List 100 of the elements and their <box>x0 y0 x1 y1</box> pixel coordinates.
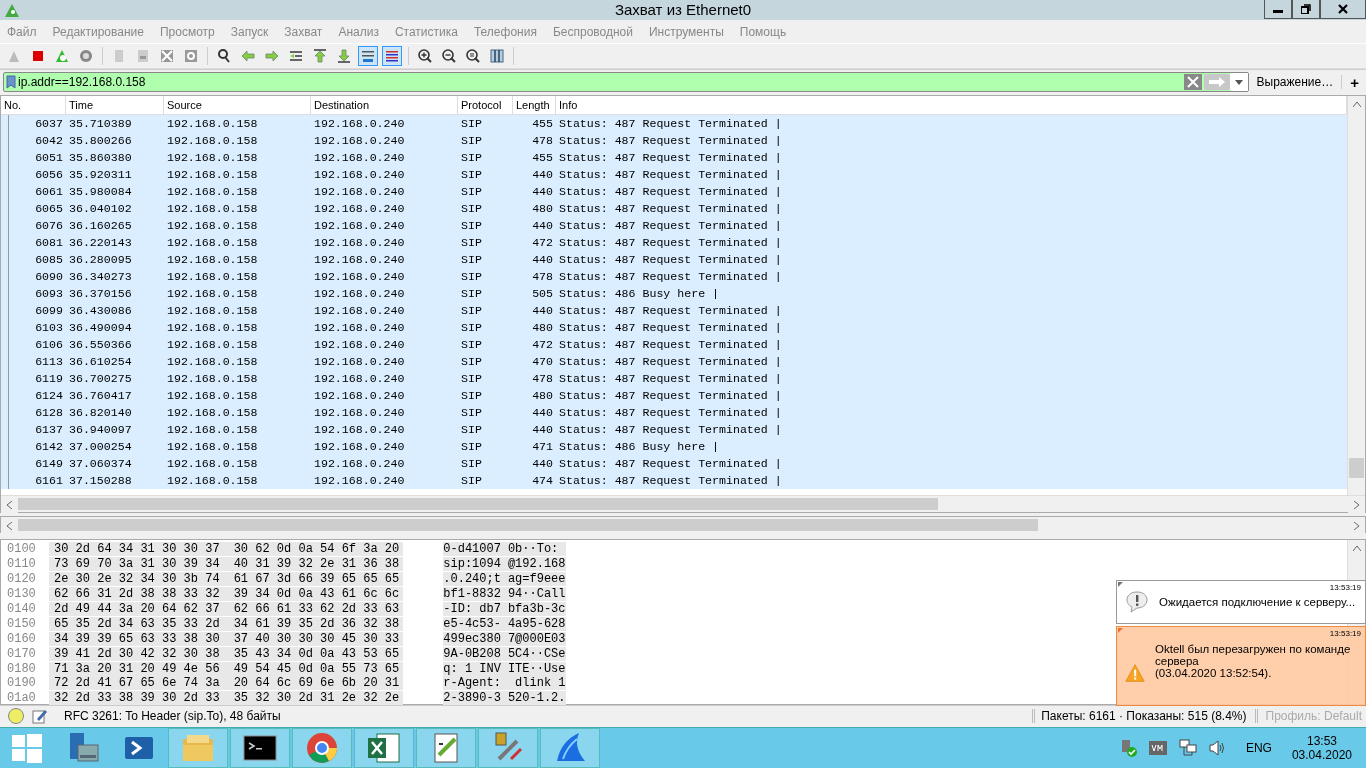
table-cell-text: 192.168.0.158 <box>166 134 259 147</box>
packet-row[interactable]: 6137 36.940097 192.168.0.158 192.168.0.240 SIP 440 Status: 487 Request Terminated | <box>1 421 1347 438</box>
forward-arrow-icon <box>264 48 280 64</box>
packet-row[interactable]: 6093 36.370156 192.168.0.158 192.168.0.240 SIP 505 Status: 486 Busy here | <box>1 285 1347 302</box>
packet-row[interactable]: 6061 35.980084 192.168.0.158 192.168.0.240 SIP 440 Status: 487 Request Terminated | <box>1 183 1347 200</box>
display-filter-field[interactable]: ip.addr==192.168.0.158 <box>16 75 1184 89</box>
table-cell-text: 478 <box>531 372 554 385</box>
ascii-text: e5-4c53- <box>443 616 501 631</box>
table-cell-text: Status: 487 Request Terminated | <box>558 457 783 470</box>
notification-time: 13:53:19 <box>1329 629 1361 638</box>
packet-row[interactable]: 6081 36.220143 192.168.0.158 192.168.0.240 SIP 472 Status: 487 Request Terminated | <box>1 234 1347 251</box>
ascii-text: -ID: db7 <box>443 602 501 616</box>
notification-toast[interactable]: 13:53:19 Ожидается подключение к серверу... <box>1116 580 1366 624</box>
table-cell-text: 478 <box>531 270 554 283</box>
packet-row[interactable]: 6106 36.550366 192.168.0.158 192.168.0.240 SIP 472 Status: 487 Request Terminated | <box>1 336 1347 353</box>
maximize-button[interactable] <box>1292 0 1320 19</box>
packet-row[interactable]: 6037 35.710389 192.168.0.158 192.168.0.240 SIP 455 Status: 487 Request Terminated | <box>1 115 1347 132</box>
packet-row[interactable]: 6124 36.760417 192.168.0.158 192.168.0.240 SIP 480 Status: 487 Request Terminated | <box>1 387 1347 404</box>
packet-row[interactable]: 6149 37.060374 192.168.0.158 192.168.0.240 SIP 440 Status: 487 Request Terminated | <box>1 455 1347 472</box>
packet-row[interactable]: 6103 36.490094 192.168.0.158 192.168.0.240 SIP 480 Status: 487 Request Terminated | <box>1 319 1347 336</box>
scroll-up-icon[interactable] <box>1352 102 1361 107</box>
minimize-button[interactable] <box>1264 0 1292 19</box>
byte-offset: 0110 <box>6 557 37 572</box>
clear-icon[interactable] <box>1183 74 1202 90</box>
packet-row[interactable]: 6119 36.700275 192.168.0.158 192.168.0.240 SIP 478 Status: 487 Request Terminated | <box>1 370 1347 387</box>
packet-row[interactable]: 6056 35.920311 192.168.0.158 192.168.0.240 SIP 440 Status: 487 Request Terminated | <box>1 166 1347 183</box>
table-cell-text: 440 <box>531 253 554 266</box>
ascii-text: ITE··Use <box>500 661 566 676</box>
scroll-right-icon[interactable] <box>1354 521 1359 530</box>
packet-row[interactable]: 6128 36.820140 192.168.0.158 192.168.0.240 SIP 440 Status: 487 Request Terminated | <box>1 404 1347 421</box>
table-cell-text: SIP <box>460 423 483 436</box>
edit-comment-icon[interactable] <box>32 708 48 724</box>
table-cell-text: 192.168.0.158 <box>166 338 259 351</box>
language-indicator[interactable]: ENG <box>1245 741 1272 755</box>
filter-bar[interactable]: ip.addr==192.168.0.158 <box>3 72 1249 92</box>
table-cell-text: 192.168.0.158 <box>166 372 259 385</box>
table-cell-text: Status: 487 Request Terminated | <box>558 304 783 317</box>
notification-toast[interactable]: 13:53:19 Oktell был перезагружен по команде сервера (03.04.2020 13:52:54). <box>1116 626 1366 706</box>
toolbar-button[interactable] <box>382 46 402 66</box>
packet-row[interactable]: 6065 36.040102 192.168.0.158 192.168.0.240 SIP 480 Status: 487 Request Terminated | <box>1 200 1347 217</box>
packet-row[interactable]: 6113 36.610254 192.168.0.158 192.168.0.240 SIP 470 Status: 487 Request Terminated | <box>1 353 1347 370</box>
packet-row[interactable]: 6085 36.280095 192.168.0.158 192.168.0.240 SIP 440 Status: 487 Request Terminated | <box>1 251 1347 268</box>
clock-date[interactable]: 03.04.2020 <box>1291 748 1352 762</box>
search-icon <box>216 48 232 64</box>
byte-offset: 0180 <box>6 661 37 676</box>
close-icon <box>1338 4 1348 14</box>
taskbar-app[interactable] <box>230 728 290 768</box>
column-header[interactable]: Source <box>164 96 311 114</box>
status-indicator-icon[interactable] <box>8 708 24 724</box>
packet-row[interactable]: 6042 35.800266 192.168.0.158 192.168.0.240 SIP 478 Status: 487 Request Terminated | <box>1 132 1347 149</box>
network-icon[interactable] <box>1177 739 1198 757</box>
packet-row[interactable]: 6099 36.430086 192.168.0.158 192.168.0.240 SIP 440 Status: 487 Request Terminated | <box>1 302 1347 319</box>
packet-row[interactable]: 6076 36.160265 192.168.0.158 192.168.0.240 SIP 440 Status: 487 Request Terminated | <box>1 217 1347 234</box>
table-cell-text: Status: 487 Request Terminated | <box>558 134 783 147</box>
toolbar-button[interactable] <box>487 46 507 66</box>
clock-time[interactable]: 13:53 <box>1306 734 1337 748</box>
add-filter-button[interactable]: + <box>1342 73 1363 91</box>
bookmark-icon <box>6 75 16 89</box>
vertical-scrollbar[interactable] <box>1347 96 1365 495</box>
ascii-text: 7@000E03 <box>500 631 566 646</box>
packet-row[interactable]: 6142 37.000254 192.168.0.158 192.168.0.240 SIP 471 Status: 486 Busy here | <box>1 438 1347 455</box>
table-cell-text: Status: 487 Request Terminated | <box>558 355 783 368</box>
close-button[interactable] <box>1320 0 1366 19</box>
hex-bytes: 2d 49 44 3a 20 64 62 37 <box>49 602 224 616</box>
scroll-left-icon[interactable] <box>7 521 12 530</box>
autoscroll-icon <box>360 48 376 64</box>
table-cell-text: SIP <box>460 185 483 198</box>
column-header[interactable]: Time <box>66 96 164 114</box>
notification-message: Oktell был перезагружен по команде сервера (03.04.2020 13:52:54). <box>1155 643 1352 680</box>
table-cell-text: 192.168.0.158 <box>166 355 259 368</box>
packet-row[interactable]: 6090 36.340273 192.168.0.158 192.168.0.240 SIP 478 Status: 487 Request Terminated | <box>1 268 1347 285</box>
table-cell-text: 6137 <box>34 423 64 436</box>
column-header[interactable]: Protocol <box>458 96 513 114</box>
vm-icon[interactable] <box>1147 740 1168 756</box>
taskbar-app[interactable] <box>354 728 414 768</box>
horizontal-scrollbar[interactable] <box>1 517 1365 533</box>
table-cell-text: SIP <box>460 134 483 147</box>
speaker-icon[interactable] <box>1207 740 1226 756</box>
table-cell-text: 192.168.0.240 <box>313 355 406 368</box>
zoom-out-icon <box>441 48 457 64</box>
scroll-right-icon[interactable] <box>1354 500 1359 509</box>
column-header[interactable]: No. <box>1 96 66 114</box>
toolbar-button[interactable] <box>358 46 378 66</box>
dropdown-icon[interactable] <box>1229 73 1248 91</box>
packet-row[interactable]: 6161 37.150288 192.168.0.158 192.168.0.240 SIP 474 Status: 487 Request Terminated | <box>1 472 1347 489</box>
table-cell-text: 192.168.0.158 <box>166 168 259 181</box>
table-cell-text: SIP <box>460 219 483 232</box>
packet-row[interactable]: 6051 35.860380 192.168.0.158 192.168.0.240 SIP 455 Status: 487 Request Terminated | <box>1 149 1347 166</box>
scroll-up-icon[interactable] <box>1352 546 1361 551</box>
column-header[interactable]: Destination <box>311 96 458 114</box>
column-header[interactable]: Length <box>513 96 556 114</box>
byte-offset: 0190 <box>6 676 37 691</box>
table-cell-text: 36.340273 <box>68 270 133 283</box>
expression-button[interactable]: Выражение… <box>1248 75 1343 89</box>
table-cell-text: 36.550366 <box>68 338 133 351</box>
scroll-left-icon[interactable] <box>7 500 12 509</box>
horizontal-scrollbar[interactable] <box>1 495 1365 512</box>
scrollbar-thumb[interactable] <box>1349 458 1364 478</box>
table-cell-text: 192.168.0.158 <box>166 474 259 487</box>
table-cell-text: Status: 487 Request Terminated | <box>558 270 783 283</box>
